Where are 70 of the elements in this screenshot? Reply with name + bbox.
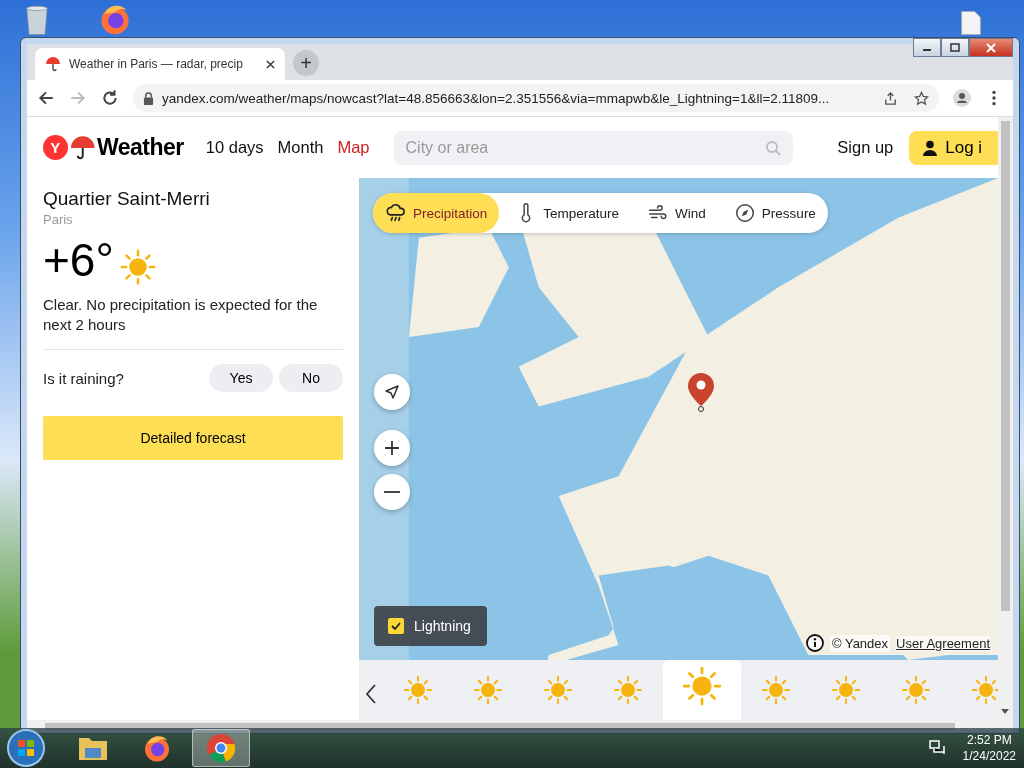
close-button[interactable] [969, 38, 1013, 57]
umbrella-icon[interactable] [69, 134, 95, 161]
clock-time[interactable]: 2:52 PM [966, 732, 1012, 748]
address-bar[interactable]: yandex.com/weather/maps/nowcast?lat=48.856663&lon=2.351556&via=mmapwb&le_Lightning=1&ll=2.11809... [133, 84, 939, 112]
maximize-icon [950, 43, 960, 52]
weather-summary: Clear. No precipitation is expected for the next 2 hours [43, 295, 343, 350]
question-text: Is it raining? [43, 369, 125, 387]
detailed-forecast-button[interactable]: Detailed forecast [43, 416, 343, 460]
sun-icon [542, 674, 574, 706]
umbrella-icon [45, 56, 61, 72]
tab-title: Weather in Paris — radar, precip [69, 57, 244, 71]
checkmark-icon [390, 620, 402, 632]
layer-tab[interactable]: Pressure [721, 193, 828, 233]
minimize-button[interactable] [913, 38, 941, 57]
rain-cloud-icon [385, 202, 407, 224]
layer-tab[interactable]: Precipitation [373, 193, 500, 233]
logo-mark[interactable]: Y [43, 135, 68, 160]
maximize-button[interactable] [941, 38, 969, 57]
temperature: +6° [43, 233, 114, 287]
sun-icon [612, 674, 644, 706]
sun-icon [760, 674, 792, 706]
star-icon[interactable] [914, 90, 929, 106]
answer-button[interactable]: Yes [209, 364, 273, 392]
checkbox[interactable] [388, 618, 404, 634]
new-tab-button[interactable]: + [293, 50, 319, 76]
nav-link[interactable]: Map [337, 138, 370, 157]
sun-icon [472, 674, 504, 706]
document-icon[interactable] [960, 10, 982, 36]
log-in-button[interactable]: Log i [909, 130, 998, 165]
url-text: yandex.com/weather/maps/nowcast?lat=48.856663&lon=2.351556&via=mmapwb&le_Lightning=1&ll=2.11809... [162, 90, 831, 106]
lock-icon [143, 91, 154, 105]
minus-icon [384, 491, 400, 493]
sign-up-link[interactable]: Sign up [837, 138, 894, 157]
profile-icon[interactable] [953, 89, 971, 107]
city-name: Paris [43, 212, 74, 227]
sun-icon [680, 664, 724, 708]
search-icon [765, 139, 782, 156]
nav-link[interactable]: Month [277, 138, 324, 157]
back-arrow-icon[interactable] [37, 89, 55, 107]
plus-icon [383, 439, 401, 457]
layer-tab[interactable]: Wind [635, 193, 718, 233]
browser-tab[interactable]: Weather in Paris — radar, precip [35, 48, 285, 80]
logo-text[interactable]: Weather [96, 134, 184, 161]
arrow-icon [384, 384, 400, 400]
nav-link[interactable]: 10 days [205, 138, 264, 157]
network-icon[interactable] [928, 740, 947, 756]
share-icon[interactable] [883, 90, 898, 106]
firefox-icon [142, 733, 172, 763]
close-icon[interactable] [266, 59, 275, 69]
clock-date[interactable]: 1/24/2022 [962, 748, 1016, 764]
chrome-icon [206, 733, 236, 763]
lightning-toggle[interactable]: Lightning [374, 606, 487, 646]
scroll-down-icon[interactable] [1001, 709, 1009, 714]
sun-icon [970, 674, 998, 706]
location-title: Quartier Saint-Merri [43, 188, 211, 210]
close-icon [986, 42, 996, 53]
vertical-scrollbar[interactable] [998, 117, 1013, 720]
search-field[interactable]: City or area [393, 130, 794, 165]
map-pin-icon[interactable] [687, 372, 715, 412]
person-icon [923, 139, 938, 156]
start-button[interactable] [6, 728, 46, 768]
answer-button[interactable]: No [279, 364, 343, 392]
chevron-left-icon [365, 683, 377, 705]
lightning-label: Lightning [414, 618, 471, 634]
sun-icon [830, 674, 862, 706]
reload-icon[interactable] [101, 89, 119, 107]
compass-icon [733, 202, 756, 224]
layer-tab[interactable]: Temperature [503, 193, 632, 233]
sun-icon [900, 674, 932, 706]
sun-icon [402, 674, 434, 706]
